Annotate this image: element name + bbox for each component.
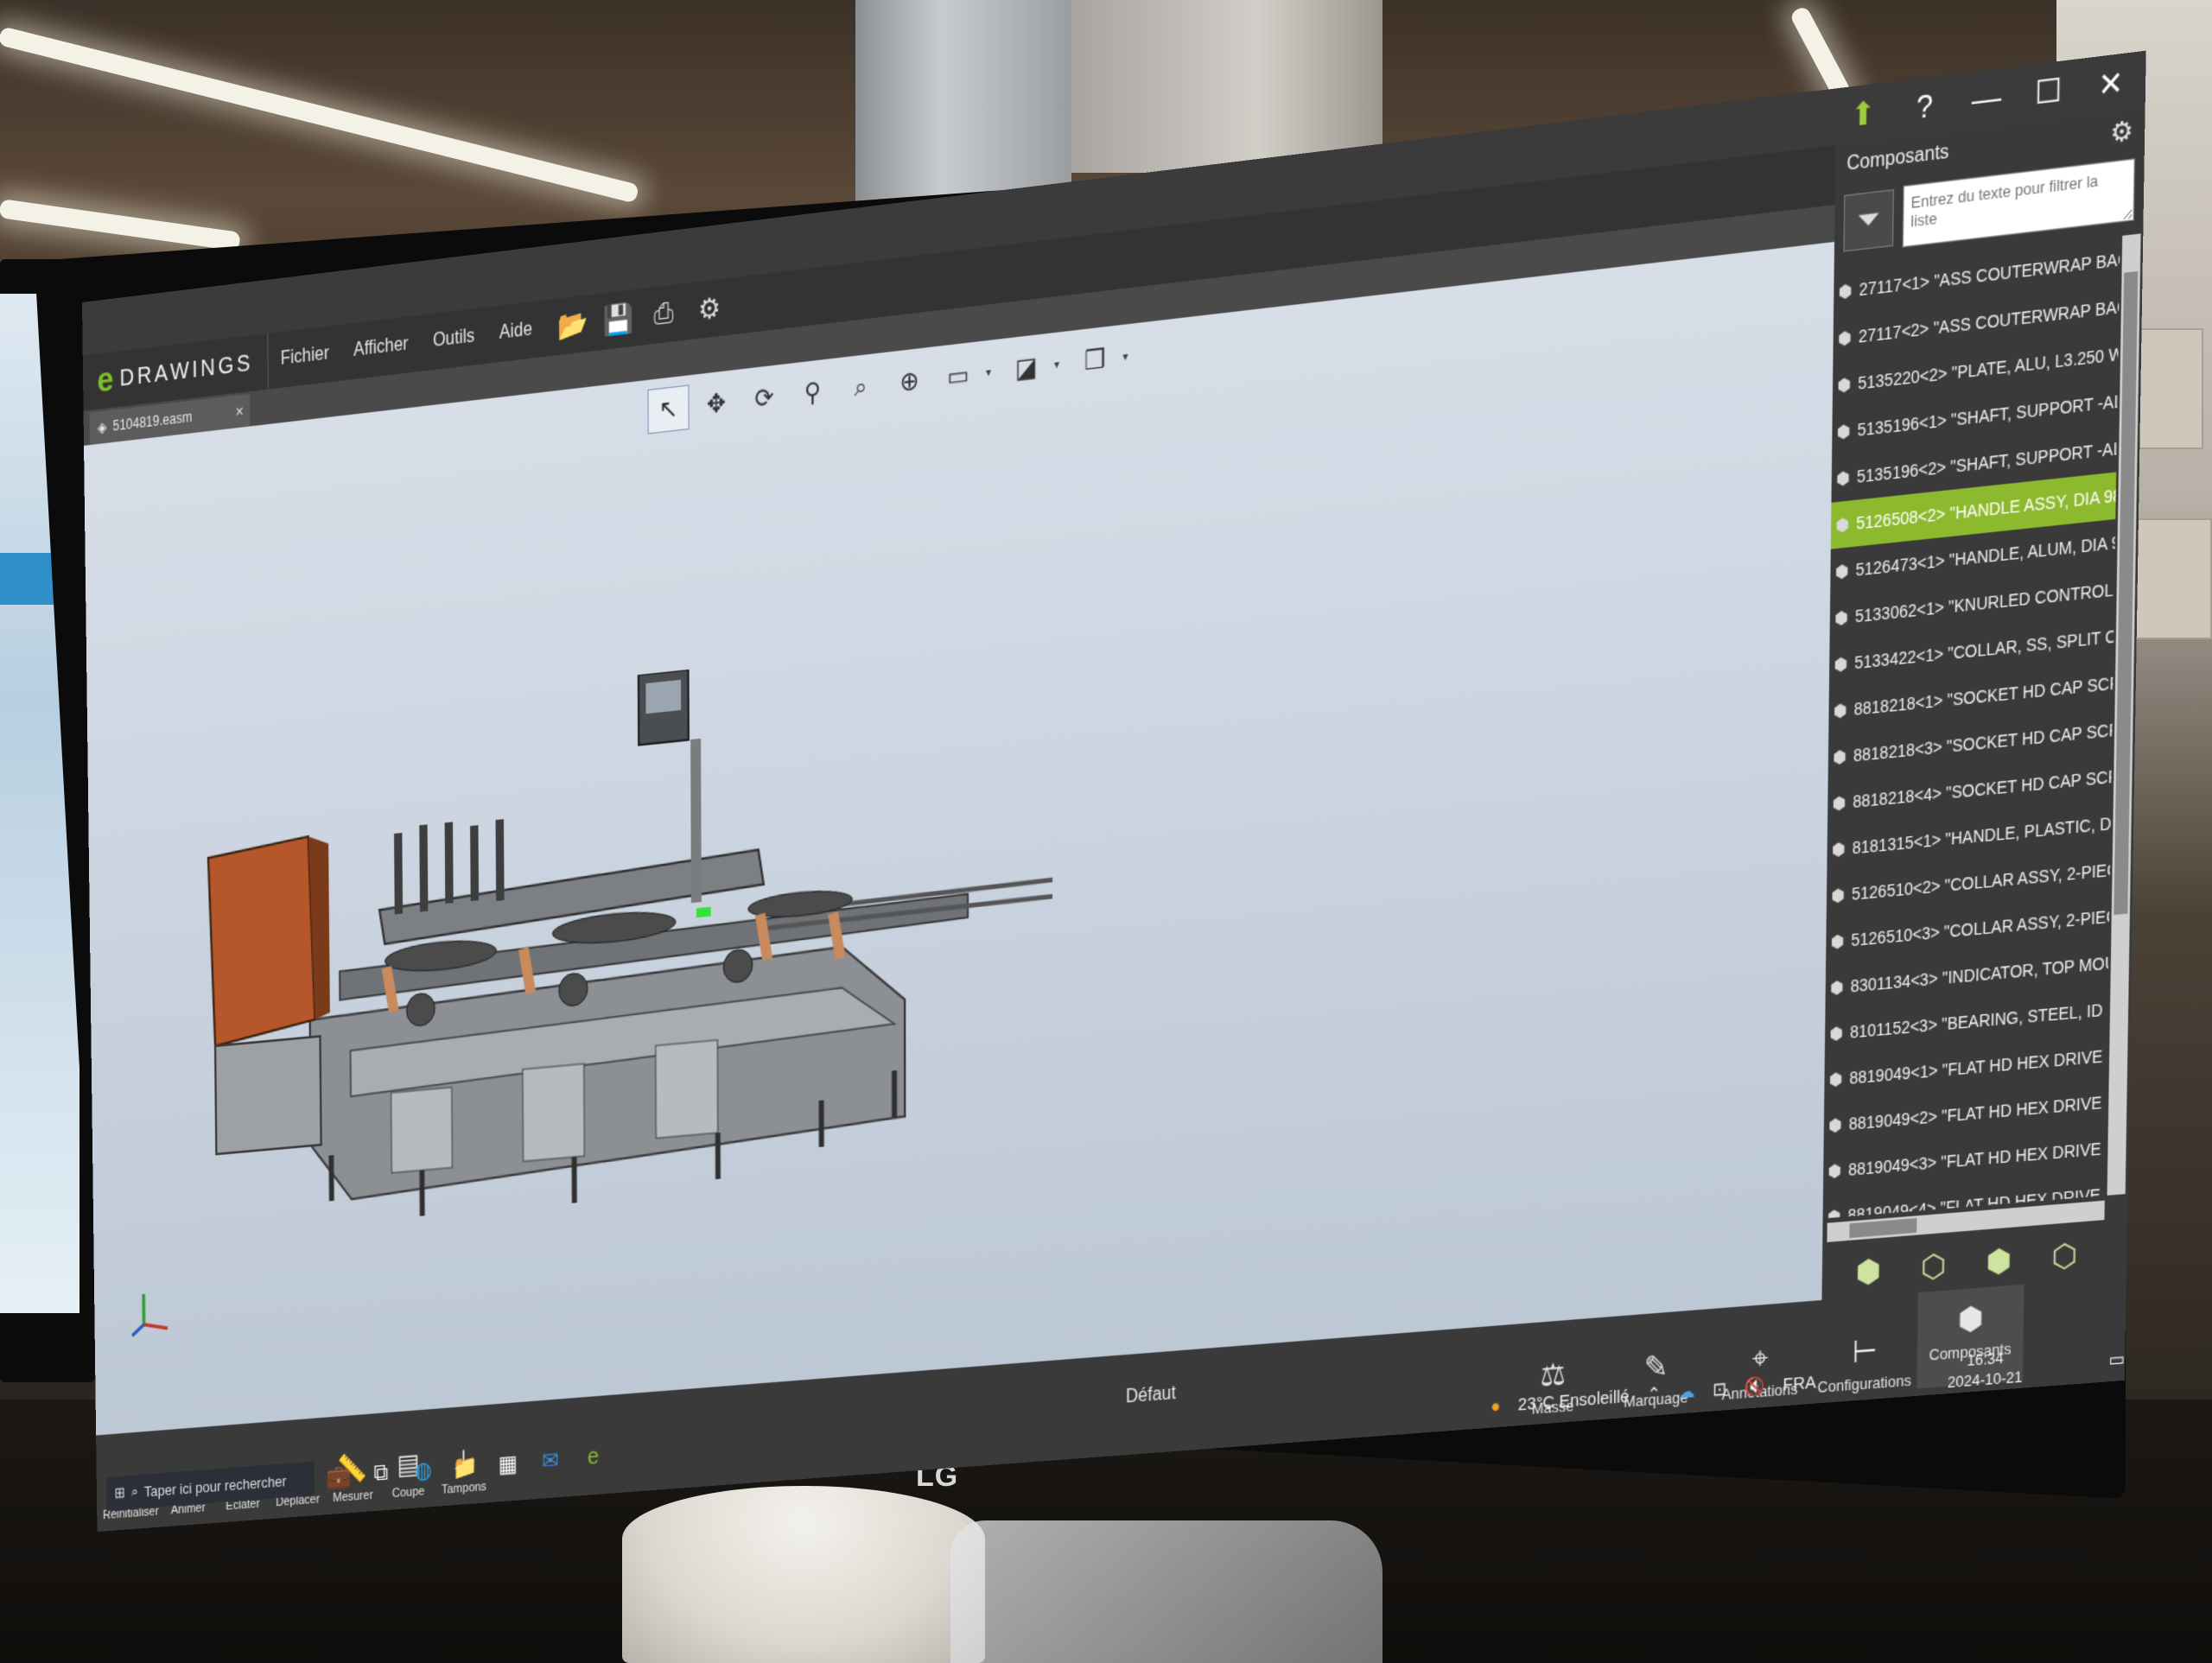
screen: ⬆ ? — ☐ ✕ e DRAWINGS Fichier Afficher Ou… [82,50,2146,1533]
cloud-icon[interactable]: ☁ [1678,1381,1694,1403]
search-icon: ⌕ [130,1482,139,1501]
zoom-in-out-icon[interactable]: ⚲ [791,368,834,418]
part-icon: ⬢ [1834,560,1849,581]
upload-icon[interactable]: ⬆ [1840,87,1886,140]
part-icon: ⬢ [1834,652,1848,675]
briefcase-icon[interactable]: 💼 [324,1458,354,1495]
menu-afficher[interactable]: Afficher [341,315,421,381]
part-icon: ⬢ [1836,420,1851,441]
taskbar-search-placeholder: Taper ici pour rechercher [143,1471,287,1500]
weather-icon: ● [1491,1395,1501,1417]
part-icon: ⬢ [1838,279,1853,301]
hide-component-icon[interactable]: ⬡ [1921,1247,1955,1285]
configuration-label: Défaut [1125,1383,1176,1407]
minimize-icon[interactable]: — [1963,73,2010,125]
part-icon: ⬢ [1831,838,1846,860]
view-orientation-icon[interactable]: ◪ [1005,343,1047,393]
part-icon: ⬢ [1827,1159,1842,1181]
part-icon: ⬢ [1833,746,1847,767]
help-icon[interactable]: ? [1902,79,1948,132]
network-icon[interactable]: ⊡ [1713,1378,1726,1400]
chevron-down-icon[interactable]: ▾ [986,349,999,396]
plastic-bag [950,1520,1382,1663]
components-panel: Composants ⚙ ⏷ ⬢27117<1> "ASS COUTERWRAP… [1821,108,2145,1404]
menu-aide[interactable]: Aide [486,301,544,364]
logo-e: e [97,359,114,401]
zoom-fit-icon[interactable]: ⊕ [888,357,931,407]
task-view-icon[interactable]: ⧉ [366,1455,397,1491]
weather-text: 23°C Ensoleillé [1517,1386,1630,1415]
part-icon: ⬢ [1830,930,1845,951]
open-icon[interactable]: 📂 [555,303,590,347]
notification-icon[interactable]: ▭ [2108,1348,2125,1370]
part-icon: ⬢ [1828,1068,1843,1089]
chevron-up-icon[interactable]: ⌃ [1647,1383,1661,1406]
language-indicator[interactable]: FRA [1783,1372,1816,1394]
document-tab-label: 5104819.easm [112,409,193,435]
pan-icon[interactable]: ✥ [696,379,737,429]
display-style-icon[interactable]: ▭ [937,351,979,401]
windows-start-icon[interactable]: ⊞ [114,1483,125,1502]
close-tab-icon[interactable]: × [235,402,244,422]
3d-viewport[interactable]: ↖ ✥ ⟳ ⚲ ⌕ ⊕ ▭ ▾ ◪ ▾ ❒ ▾ [84,241,1835,1436]
part-icon: ⬢ [1835,513,1850,535]
monitor-stand [622,1486,985,1663]
maximize-icon[interactable]: ☐ [2025,65,2072,117]
select-icon[interactable]: ↖ [647,384,690,435]
menu-outils[interactable]: Outils [421,308,487,371]
close-icon[interactable]: ✕ [2088,57,2134,111]
part-icon: ⬢ [1827,1205,1841,1219]
components-tree: ⬢27117<1> "ASS COUTERWRAP BACK PLA⬢27117… [1823,236,2120,1219]
zoom-area-icon[interactable]: ⌕ [840,362,882,412]
components-title: Composants [1847,142,1949,175]
transparent-component-icon[interactable]: ⬡ [2051,1236,2086,1274]
axis-triad-icon [124,1283,174,1343]
components-icon: ⬢ [1957,1299,1984,1338]
volume-icon[interactable]: 🔇 [1745,1375,1765,1398]
isolate-component-icon[interactable]: ⬢ [1986,1241,2020,1279]
logo-text: DRAWINGS [119,349,254,391]
part-icon: ⬢ [1831,884,1846,905]
edrawings-taskbar-icon[interactable]: e [578,1438,609,1475]
print-icon[interactable]: ⎙ [646,292,682,336]
filter-icon[interactable]: ⏷ [1843,188,1895,252]
clock-date: 2024-10-21 [1947,1368,2023,1392]
part-icon: ⬢ [1833,699,1847,720]
store-icon[interactable]: ▦ [493,1445,523,1482]
3d-model[interactable] [187,629,1074,1270]
part-icon: ⬢ [1837,373,1852,395]
section-view-icon[interactable]: ❒ [1073,335,1116,385]
save-icon[interactable]: 💾 [601,297,636,341]
menu-fichier[interactable]: Fichier [268,325,341,390]
scrollbar-thumb[interactable] [1849,1218,1917,1239]
edge-icon[interactable]: ◍ [408,1451,438,1488]
mail-icon[interactable]: ✉ [535,1442,565,1478]
part-icon: ⬢ [1829,1022,1844,1044]
rotate-icon[interactable]: ⟳ [743,373,785,423]
part-icon: ⬢ [1835,467,1851,488]
gear-icon[interactable]: ⚙ [2110,115,2133,150]
part-icon: ⬢ [1827,1114,1843,1135]
pillar [1071,0,1382,173]
part-icon: ⬢ [1829,976,1844,998]
assembly-icon: ◈ [97,418,107,436]
part-icon: ⬢ [1837,327,1853,348]
file-explorer-icon[interactable]: 📁 [450,1449,480,1485]
settings-icon[interactable]: ⚙ [692,287,728,331]
chevron-down-icon[interactable]: ▾ [1122,333,1135,380]
part-icon: ⬢ [1832,791,1847,813]
show-component-icon[interactable]: ⬢ [1855,1252,1889,1291]
chevron-down-icon[interactable]: ▾ [1054,340,1067,387]
part-icon: ⬢ [1834,606,1849,628]
